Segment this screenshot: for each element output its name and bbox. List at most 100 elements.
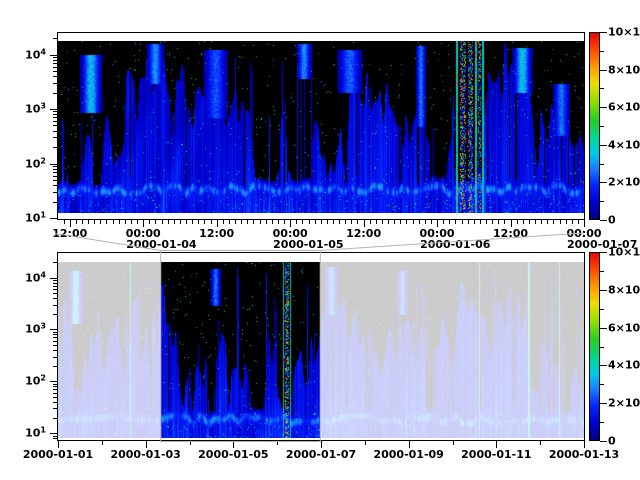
main-x-minor-tick [241,220,242,224]
main-x-major-tick [584,220,585,227]
context-x-tick-label: 2000-01-07 [286,449,356,460]
main-x-minor-tick [321,220,322,224]
main-x-minor-tick [168,220,169,224]
main-x-minor-tick [284,220,285,224]
main-x-minor-tick [345,220,346,224]
main-x-minor-tick [94,220,95,224]
main-x-minor-tick [419,220,420,224]
main-x-tick-date-label: 2000-01-06 [420,239,490,250]
figure: 12:0000:002000-01-0412:0000:002000-01-05… [0,0,640,480]
main-x-minor-tick [64,220,65,224]
main-x-minor-tick [100,220,101,224]
context-y-minor-tick [53,418,57,419]
main-x-minor-tick [541,220,542,224]
main-x-major-tick [143,220,144,227]
context-colorbar-minor-tick [600,384,604,385]
context-x-major-tick [58,441,59,448]
context-y-minor-tick [53,386,57,387]
main-x-tick-date-label: 2000-01-04 [126,239,196,250]
superscript: 1 [40,211,46,220]
main-x-minor-tick [272,220,273,224]
context-colorbar-major-tick [600,328,607,329]
context-x-tick-label: 2000-01-03 [110,449,180,460]
main-x-tick-label: 12:00 [493,228,528,239]
superscript: 2 [40,374,46,383]
context-y-minor-tick [53,357,57,358]
main-x-minor-tick [455,220,456,224]
context-y-minor-tick [53,337,57,338]
main-x-minor-tick [88,220,89,224]
main-x-minor-tick [547,220,548,224]
context-y-minor-tick [53,408,57,409]
main-y-minor-tick [53,60,57,61]
context-y-minor-tick [53,438,57,439]
main-x-minor-tick [535,220,536,224]
main-colorbar-tick-label: 0 [608,215,616,226]
main-colorbar-minor-tick [600,126,604,127]
main-x-minor-tick [211,220,212,224]
context-y-tick-label: 101 [0,428,46,439]
main-x-minor-tick [413,220,414,224]
main-x-minor-tick [137,220,138,224]
main-x-minor-tick [400,220,401,224]
main-x-minor-tick [480,220,481,224]
context-y-tick-label: 104 [0,272,46,283]
main-x-minor-tick [296,220,297,224]
superscript: 4 [40,47,46,56]
main-x-minor-tick [174,220,175,224]
context-y-major-tick [50,433,57,434]
main-x-minor-tick [198,220,199,224]
main-x-minor-tick [131,220,132,224]
main-x-minor-tick [578,220,579,224]
main-y-major-tick [50,109,57,110]
main-x-minor-tick [149,220,150,224]
main-y-minor-tick [53,38,57,39]
context-x-minor-tick [540,441,541,445]
main-x-minor-tick [425,220,426,224]
main-x-major-tick [290,220,291,227]
context-x-minor-tick [190,441,191,445]
main-colorbar-major-tick [600,182,607,183]
context-colorbar-major-tick [600,365,607,366]
main-colorbar-tick-label: 6×107 [608,102,640,113]
main-x-minor-tick [266,220,267,224]
main-x-minor-tick [180,220,181,224]
context-x-tick-label: 2000-01-11 [461,449,531,460]
superscript: 1 [40,426,46,435]
main-x-minor-tick [260,220,261,224]
context-y-major-tick [50,278,57,279]
context-y-minor-tick [53,384,57,385]
context-y-minor-tick [53,341,57,342]
main-x-major-tick [217,220,218,227]
main-x-minor-tick [229,220,230,224]
main-x-tick-date-label: 2000-01-05 [273,239,343,250]
context-y-minor-tick [53,436,57,437]
context-y-minor-tick [53,280,57,281]
main-x-minor-tick [253,220,254,224]
context-colorbar-minor-tick [600,347,604,348]
context-y-minor-tick [53,345,57,346]
main-colorbar-minor-tick [600,51,604,52]
context-spectrogram-canvas[interactable] [58,262,584,438]
main-x-minor-tick [186,220,187,224]
main-x-minor-tick [155,220,156,224]
main-colorbar-major-tick [600,70,607,71]
context-colorbar-tick-label: 2×107 [608,398,640,409]
main-y-minor-tick [53,76,57,77]
main-x-minor-tick [529,220,530,224]
context-y-major-tick [50,381,57,382]
main-y-minor-tick [53,192,57,193]
context-colorbar-minor-tick [600,271,604,272]
main-y-minor-tick [53,202,57,203]
context-colorbar-minor-tick [600,309,604,310]
main-spectrogram-canvas[interactable] [58,41,584,213]
main-y-minor-tick [53,57,57,58]
main-x-minor-tick [492,220,493,224]
main-x-minor-tick [333,220,334,224]
main-colorbar-major-tick [600,145,607,146]
main-x-minor-tick [449,220,450,224]
main-y-minor-tick [53,137,57,138]
main-y-minor-tick [53,111,57,112]
context-colorbar-tick-label: 8×107 [608,284,640,295]
context-y-minor-tick [53,334,57,335]
